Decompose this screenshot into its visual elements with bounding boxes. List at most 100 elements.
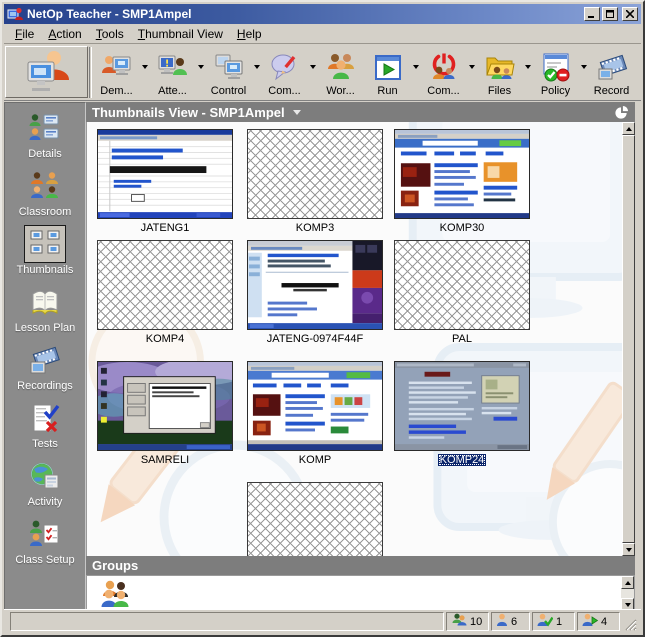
title-bar[interactable]: NetOp Teacher - SMP1Ampel xyxy=(4,4,641,24)
scrollbar-thumb[interactable] xyxy=(622,135,635,543)
toolbar-button-label: Run xyxy=(377,85,398,97)
status-value: 6 xyxy=(511,615,518,628)
menu-action[interactable]: Action xyxy=(41,25,88,43)
app-window: NetOp Teacher - SMP1Ampel File Action To… xyxy=(0,0,645,637)
sidebar: Details Classroom Thumbnails Lesson Plan… xyxy=(4,102,86,612)
scroll-up-button[interactable] xyxy=(621,576,634,589)
sidebar-item-class-setup[interactable]: Class Setup xyxy=(5,517,85,575)
netop-logo-icon xyxy=(7,6,23,22)
thumbnail-empty-slot[interactable] xyxy=(247,482,383,556)
tests-icon xyxy=(29,401,61,437)
status-message-cell xyxy=(10,612,444,631)
groups-title: Groups xyxy=(92,558,139,573)
sidebar-item-details[interactable]: Details xyxy=(5,111,85,169)
toolbar-button-files[interactable]: Files xyxy=(476,50,523,97)
toolbar-button-record[interactable]: Record xyxy=(588,50,635,97)
student-active-icon xyxy=(582,613,599,630)
thumbnail-image-empty[interactable] xyxy=(394,240,530,330)
dropdown-arrow-icon[interactable] xyxy=(252,51,261,83)
dropdown-arrow-icon[interactable] xyxy=(308,51,317,83)
thumbnail-komp3[interactable]: KOMP3 xyxy=(247,129,383,234)
groups-scrollbar[interactable] xyxy=(621,576,634,611)
thumbnail-image[interactable] xyxy=(394,129,530,219)
toolbar-button-label: Com... xyxy=(427,85,460,97)
teacher-button[interactable] xyxy=(5,46,88,98)
toolbar: Dem... Atte... Control Com... Wor... Run… xyxy=(4,45,641,101)
dropdown-arrow-icon[interactable] xyxy=(411,51,420,83)
remote-control-icon xyxy=(213,52,245,84)
toolbar-button-label: Wor... xyxy=(326,85,355,97)
thumbnail-image[interactable] xyxy=(97,129,233,219)
toolbar-button-communicate[interactable]: Com... xyxy=(261,50,308,97)
toolbar-button-demonstrate[interactable]: Dem... xyxy=(93,50,140,97)
thumbnails-icon xyxy=(24,225,66,263)
thumbnail-jateng-0974f44f[interactable]: JATENG-0974F44F xyxy=(247,240,383,345)
chevron-down-icon[interactable] xyxy=(292,109,301,115)
pie-icon[interactable] xyxy=(614,105,629,120)
thumbnails-view: JATENG1 KOMP3 KOMP30 KOMP4 JATENG-0974F4… xyxy=(86,122,635,556)
toolbar-button-label: Record xyxy=(593,85,630,97)
thumbnail-label: KOMP xyxy=(298,454,332,466)
thumbnail-jateng1[interactable]: JATENG1 xyxy=(97,129,233,234)
scroll-down-button[interactable] xyxy=(622,543,635,556)
dropdown-arrow-icon[interactable] xyxy=(196,51,205,83)
toolbar-button-run[interactable]: Run xyxy=(364,50,411,97)
thumbnail-image[interactable] xyxy=(247,240,383,330)
dropdown-arrow-icon[interactable] xyxy=(467,51,476,83)
close-button[interactable] xyxy=(622,7,638,21)
thumbnail-samreli[interactable]: SAMRELI xyxy=(97,361,233,466)
groups-panel[interactable] xyxy=(86,575,635,612)
menu-file[interactable]: File xyxy=(8,25,41,43)
resize-grip[interactable] xyxy=(622,616,637,631)
dropdown-arrow-icon[interactable] xyxy=(523,51,532,83)
toolbar-button-control[interactable]: Control xyxy=(205,50,252,97)
thumbnail-image-empty[interactable] xyxy=(247,482,383,556)
sidebar-item-activity[interactable]: Activity xyxy=(5,459,85,517)
thumbnail-komp4[interactable]: KOMP4 xyxy=(97,240,233,345)
thumbnail-komp30[interactable]: KOMP30 xyxy=(394,129,530,234)
groups-header[interactable]: Groups xyxy=(86,556,635,575)
window-title: NetOp Teacher - SMP1Ampel xyxy=(27,7,192,21)
minimize-button[interactable] xyxy=(584,7,600,21)
menu-bar: File Action Tools Thumbnail View Help xyxy=(4,24,641,44)
demonstrate-icon xyxy=(101,52,133,84)
toolbar-button-workgroup[interactable]: Wor... xyxy=(317,50,364,97)
view-header[interactable]: Thumbnails View - SMP1Ampel xyxy=(86,102,635,122)
thumbnails-scrollbar[interactable] xyxy=(622,122,635,556)
thumbnails-canvas: JATENG1 KOMP3 KOMP30 KOMP4 JATENG-0974F4… xyxy=(87,122,622,556)
sidebar-item-thumbnails[interactable]: Thumbnails xyxy=(5,225,85,285)
classroom-icon xyxy=(28,169,62,205)
menu-thumbnail-view[interactable]: Thumbnail View xyxy=(131,25,230,43)
dropdown-arrow-icon[interactable] xyxy=(140,51,149,83)
menu-tools[interactable]: Tools xyxy=(89,25,131,43)
sidebar-item-tests[interactable]: Tests xyxy=(5,401,85,459)
menu-help[interactable]: Help xyxy=(230,25,269,43)
toolbar-button-attention[interactable]: Atte... xyxy=(149,50,196,97)
thumbnail-image[interactable] xyxy=(394,361,530,451)
workgroup-icon xyxy=(325,52,357,84)
sidebar-item-classroom[interactable]: Classroom xyxy=(5,169,85,227)
thumbnail-image[interactable] xyxy=(247,361,383,451)
dropdown-arrow-icon[interactable] xyxy=(579,51,588,83)
thumbnail-pal[interactable]: PAL xyxy=(394,240,530,345)
sidebar-item-recordings[interactable]: Recordings xyxy=(5,343,85,401)
sidebar-item-lesson-plan[interactable]: Lesson Plan xyxy=(5,285,85,343)
toolbar-button-commands[interactable]: Com... xyxy=(420,50,467,97)
class-setup-icon xyxy=(28,517,62,553)
teacher-icon xyxy=(23,47,71,98)
thumbnail-image-empty[interactable] xyxy=(247,129,383,219)
toolbar-button-label: Control xyxy=(210,85,247,97)
thumbnail-komp[interactable]: KOMP xyxy=(247,361,383,466)
toolbar-button-label: Com... xyxy=(268,85,301,97)
status-value: 10 xyxy=(470,615,483,628)
policy-icon xyxy=(540,52,572,84)
toolbar-button-label: Dem... xyxy=(100,85,133,97)
thumbnail-label-selected: KOMP24 xyxy=(437,454,487,466)
scroll-up-button[interactable] xyxy=(622,122,635,135)
maximize-button[interactable] xyxy=(602,7,618,21)
thumbnail-label: KOMP4 xyxy=(145,333,185,345)
thumbnail-komp24[interactable]: KOMP24 xyxy=(394,361,530,466)
thumbnail-image-empty[interactable] xyxy=(97,240,233,330)
toolbar-button-policy[interactable]: Policy xyxy=(532,50,579,97)
thumbnail-image[interactable] xyxy=(97,361,233,451)
